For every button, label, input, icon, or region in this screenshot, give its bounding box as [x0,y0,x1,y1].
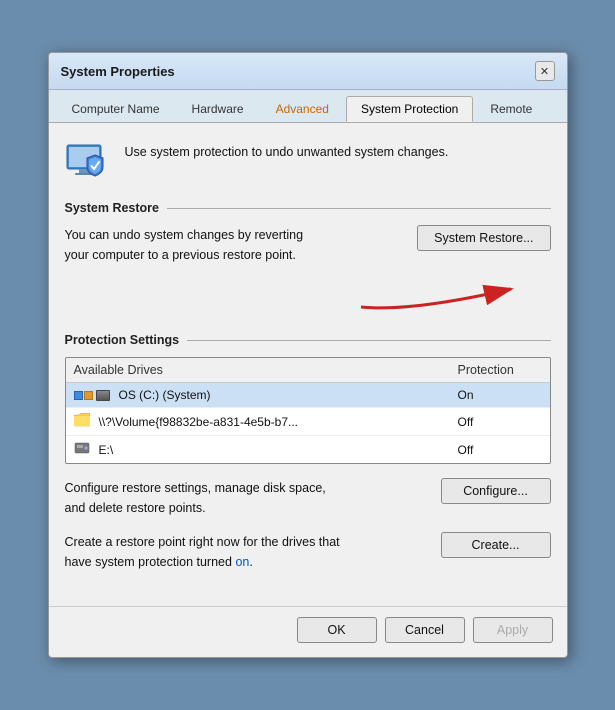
protection-cell: Off [450,408,550,435]
system-restore-section-label: System Restore [65,201,551,215]
window-title: System Properties [61,64,175,79]
red-arrow-icon [351,277,551,317]
drive-cell: OS (C:) (System) [66,383,450,407]
protection-settings-section-label: Protection Settings [65,333,551,347]
folder-drive-icon [74,413,90,430]
table-row[interactable]: \\?\Volume{f98832be-a831-4e5b-b7... Off [66,408,550,436]
table-row[interactable]: OS (C:) (System) On [66,383,550,408]
tab-hardware[interactable]: Hardware [177,96,259,122]
system-restore-button[interactable]: System Restore... [417,225,550,251]
configure-section: Configure restore settings, manage disk … [65,478,551,518]
drive-name-3: E:\ [99,443,114,457]
drives-table: Available Drives Protection OS (C:) (Sys… [65,357,551,464]
header-section: Use system protection to undo unwanted s… [65,137,551,185]
col-header-protection: Protection [450,358,550,382]
tab-remote[interactable]: Remote [475,96,547,122]
tab-computer-name[interactable]: Computer Name [57,96,175,122]
ok-button[interactable]: OK [297,617,377,643]
drive-name-2: \\?\Volume{f98832be-a831-4e5b-b7... [99,415,299,429]
drive-name-1: OS (C:) (System) [119,388,211,402]
tab-content: Use system protection to undo unwanted s… [49,123,567,600]
tab-advanced[interactable]: Advanced [261,96,344,122]
drive-cell: E:\ [66,436,450,463]
create-link: on [235,555,249,569]
apply-button[interactable]: Apply [473,617,553,643]
protection-cell: On [450,383,550,407]
system-protection-icon [65,137,113,185]
tab-bar: Computer Name Hardware Advanced System P… [49,90,567,123]
header-description: Use system protection to undo unwanted s… [125,137,449,162]
table-header-row: Available Drives Protection [66,358,550,383]
cancel-button[interactable]: Cancel [385,617,465,643]
configure-button[interactable]: Configure... [441,478,551,504]
drive-cell: \\?\Volume{f98832be-a831-4e5b-b7... [66,408,450,435]
restore-section: You can undo system changes by reverting… [65,225,551,265]
create-button[interactable]: Create... [441,532,551,558]
section-divider-2 [187,340,550,341]
arrow-annotation [65,273,551,327]
close-button[interactable]: ✕ [535,61,555,81]
protection-cell: Off [450,436,550,463]
os-drive-icon [74,390,110,401]
title-bar: System Properties ✕ [49,53,567,90]
removable-drive-icon [74,441,90,458]
create-section: Create a restore point right now for the… [65,532,551,572]
col-header-drive: Available Drives [66,358,450,382]
section-divider [167,208,551,209]
dialog-footer: OK Cancel Apply [49,606,567,657]
configure-description: Configure restore settings, manage disk … [65,478,429,518]
system-properties-dialog: System Properties ✕ Computer Name Hardwa… [48,52,568,658]
create-description: Create a restore point right now for the… [65,532,429,572]
restore-description: You can undo system changes by reverting… [65,225,406,265]
table-row[interactable]: E:\ Off [66,436,550,463]
tab-system-protection[interactable]: System Protection [346,96,473,122]
